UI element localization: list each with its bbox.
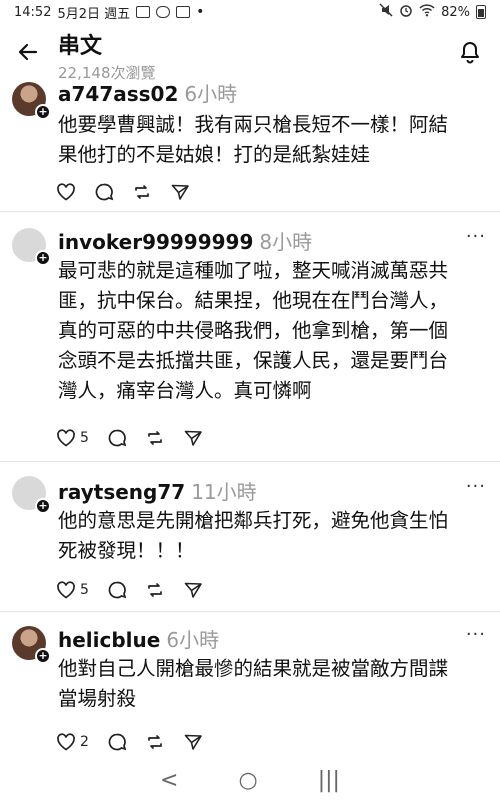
repost-icon xyxy=(148,431,162,445)
back-button[interactable] xyxy=(14,38,42,66)
avatar[interactable]: + xyxy=(12,228,51,266)
comment-actions: 5 xyxy=(56,580,203,600)
send-icon xyxy=(184,734,202,750)
bell-icon xyxy=(461,42,479,64)
comment-line: 灣人，痛宰台灣人。真可憐啊 xyxy=(58,379,312,402)
repost-icon xyxy=(148,583,162,597)
reply-button[interactable] xyxy=(107,428,127,448)
like-count: 2 xyxy=(80,734,89,750)
reply-button[interactable] xyxy=(107,732,127,752)
repost-icon xyxy=(148,735,162,749)
repost-button[interactable] xyxy=(145,580,165,600)
comment-line: 念頭不是去抵擋共匪，保護人民，還是要鬥台 xyxy=(58,349,449,372)
comment-actions xyxy=(56,182,190,202)
comment-line: 最可悲的就是這種咖了啦，整天喊消滅萬惡共 xyxy=(58,259,449,282)
follow-plus-icon[interactable]: + xyxy=(35,104,51,120)
avatar[interactable]: + xyxy=(12,82,51,120)
comment-line: 匪，抗中保台。結果捏，他現在在鬥台灣人， xyxy=(58,289,449,312)
like-button[interactable] xyxy=(56,183,76,201)
status-bar: 14:52 5月2日 週五 • 82% xyxy=(0,0,500,24)
comment-time: 6小時 xyxy=(184,82,238,106)
comment-item: + invoker99999999 8小時 ··· 最可悲的就是這種咖了啦，整天喊… xyxy=(0,212,500,462)
line-icon xyxy=(156,6,171,18)
notification-button[interactable] xyxy=(456,38,484,66)
heart-icon xyxy=(57,581,75,599)
send-icon xyxy=(171,184,189,200)
comment-bubble-icon xyxy=(108,581,127,599)
comment-line: 死被發現！！！ xyxy=(58,539,195,562)
follow-plus-icon[interactable]: + xyxy=(35,250,51,266)
follow-plus-icon[interactable]: + xyxy=(35,648,51,664)
status-dot: • xyxy=(196,4,205,20)
comment-body: 他要學曹興誠！我有兩只槍長短不一樣！阿結 果他打的不是姑娘！打的是紙紮娃娃 xyxy=(58,110,488,170)
more-options-button[interactable]: ··· xyxy=(466,624,486,645)
like-button[interactable]: 5 xyxy=(56,581,89,599)
follow-plus-icon[interactable]: + xyxy=(35,498,51,514)
battery-icon xyxy=(476,5,486,19)
alarm-icon xyxy=(399,3,413,21)
comment-body: 他的意思是先開槍把鄰兵打死，避免他貪生怕 死被發現！！！ xyxy=(58,506,488,566)
arrow-left-icon xyxy=(18,43,38,61)
comment-line: 當場射殺 xyxy=(58,687,137,710)
share-button[interactable] xyxy=(170,182,190,202)
comment-bubble-icon xyxy=(95,183,114,201)
share-button[interactable] xyxy=(183,732,203,752)
like-button[interactable]: 2 xyxy=(56,733,89,751)
heart-icon xyxy=(57,429,75,447)
comment-line: 果他打的不是姑娘！打的是紙紮娃娃 xyxy=(58,143,371,166)
comment-actions: 2 xyxy=(56,732,203,752)
comment-line: 他要學曹興誠！我有兩只槍長短不一樣！阿結 xyxy=(58,113,449,136)
comment-time: 8小時 xyxy=(259,230,313,254)
comment-body: 他對自己人開槍最慘的結果就是被當敵方間諜 當場射殺 xyxy=(58,654,488,714)
status-date: 5月2日 週五 xyxy=(57,6,131,22)
repost-icon xyxy=(135,185,149,199)
shopee-icon xyxy=(176,6,191,18)
page-title: 串文 xyxy=(58,34,103,59)
send-icon xyxy=(184,582,202,598)
comment-item: + a747ass02 6小時 他要學曹興誠！我有兩只槍長短不一樣！阿結 果他打的… xyxy=(0,70,500,212)
comment-bubble-icon xyxy=(108,733,127,751)
comment-bubble-icon xyxy=(108,429,127,447)
comment-username[interactable]: helicblue 6小時 xyxy=(58,624,219,653)
comment-time: 6小時 xyxy=(166,628,220,652)
comment-line: 他對自己人開槍最慘的結果就是被當敵方間諜 xyxy=(58,657,449,680)
more-options-button[interactable]: ··· xyxy=(466,226,486,247)
comment-username[interactable]: invoker99999999 8小時 xyxy=(58,226,312,255)
like-count: 5 xyxy=(80,430,89,446)
repost-button[interactable] xyxy=(145,732,165,752)
comment-actions: 5 xyxy=(56,428,203,448)
nav-back-button[interactable]: < xyxy=(160,768,178,793)
share-button[interactable] xyxy=(183,428,203,448)
comment-line: 他的意思是先開槍把鄰兵打死，避免他貪生怕 xyxy=(58,509,449,532)
battery-percent: 82% xyxy=(441,4,470,20)
wifi-icon xyxy=(419,3,435,21)
avatar[interactable]: + xyxy=(12,626,51,664)
mute-icon xyxy=(379,3,393,21)
send-icon xyxy=(184,430,202,446)
gallery-icon xyxy=(136,6,151,18)
comment-body: 最可悲的就是這種咖了啦，整天喊消滅萬惡共 匪，抗中保台。結果捏，他現在在鬥台灣人… xyxy=(58,256,488,406)
comment-item: + raytseng77 11小時 ··· 他的意思是先開槍把鄰兵打死，避免他貪生… xyxy=(0,462,500,612)
nav-recents-button[interactable]: ||| xyxy=(318,768,340,793)
nav-home-button[interactable]: ○ xyxy=(238,768,257,793)
repost-button[interactable] xyxy=(132,182,152,202)
comment-time: 11小時 xyxy=(191,480,257,504)
share-button[interactable] xyxy=(183,580,203,600)
comment-username[interactable]: raytseng77 11小時 xyxy=(58,476,257,505)
comment-line: 真的可惡的中共侵略我們，他拿到槍，第一個 xyxy=(58,319,449,342)
reply-button[interactable] xyxy=(107,580,127,600)
system-nav-bar: < ○ ||| xyxy=(0,760,500,800)
status-time: 14:52 xyxy=(14,4,52,20)
comment-item: + helicblue 6小時 ··· 他對自己人開槍最慘的結果就是被當敵方間諜 … xyxy=(0,612,500,760)
more-options-button[interactable]: ··· xyxy=(466,476,486,497)
comment-username[interactable]: a747ass02 6小時 xyxy=(58,78,237,107)
repost-button[interactable] xyxy=(145,428,165,448)
like-count: 5 xyxy=(80,582,89,598)
avatar[interactable]: + xyxy=(12,476,51,514)
reply-button[interactable] xyxy=(94,182,114,202)
heart-icon xyxy=(57,733,75,751)
like-button[interactable]: 5 xyxy=(56,429,89,447)
heart-icon xyxy=(57,183,75,201)
